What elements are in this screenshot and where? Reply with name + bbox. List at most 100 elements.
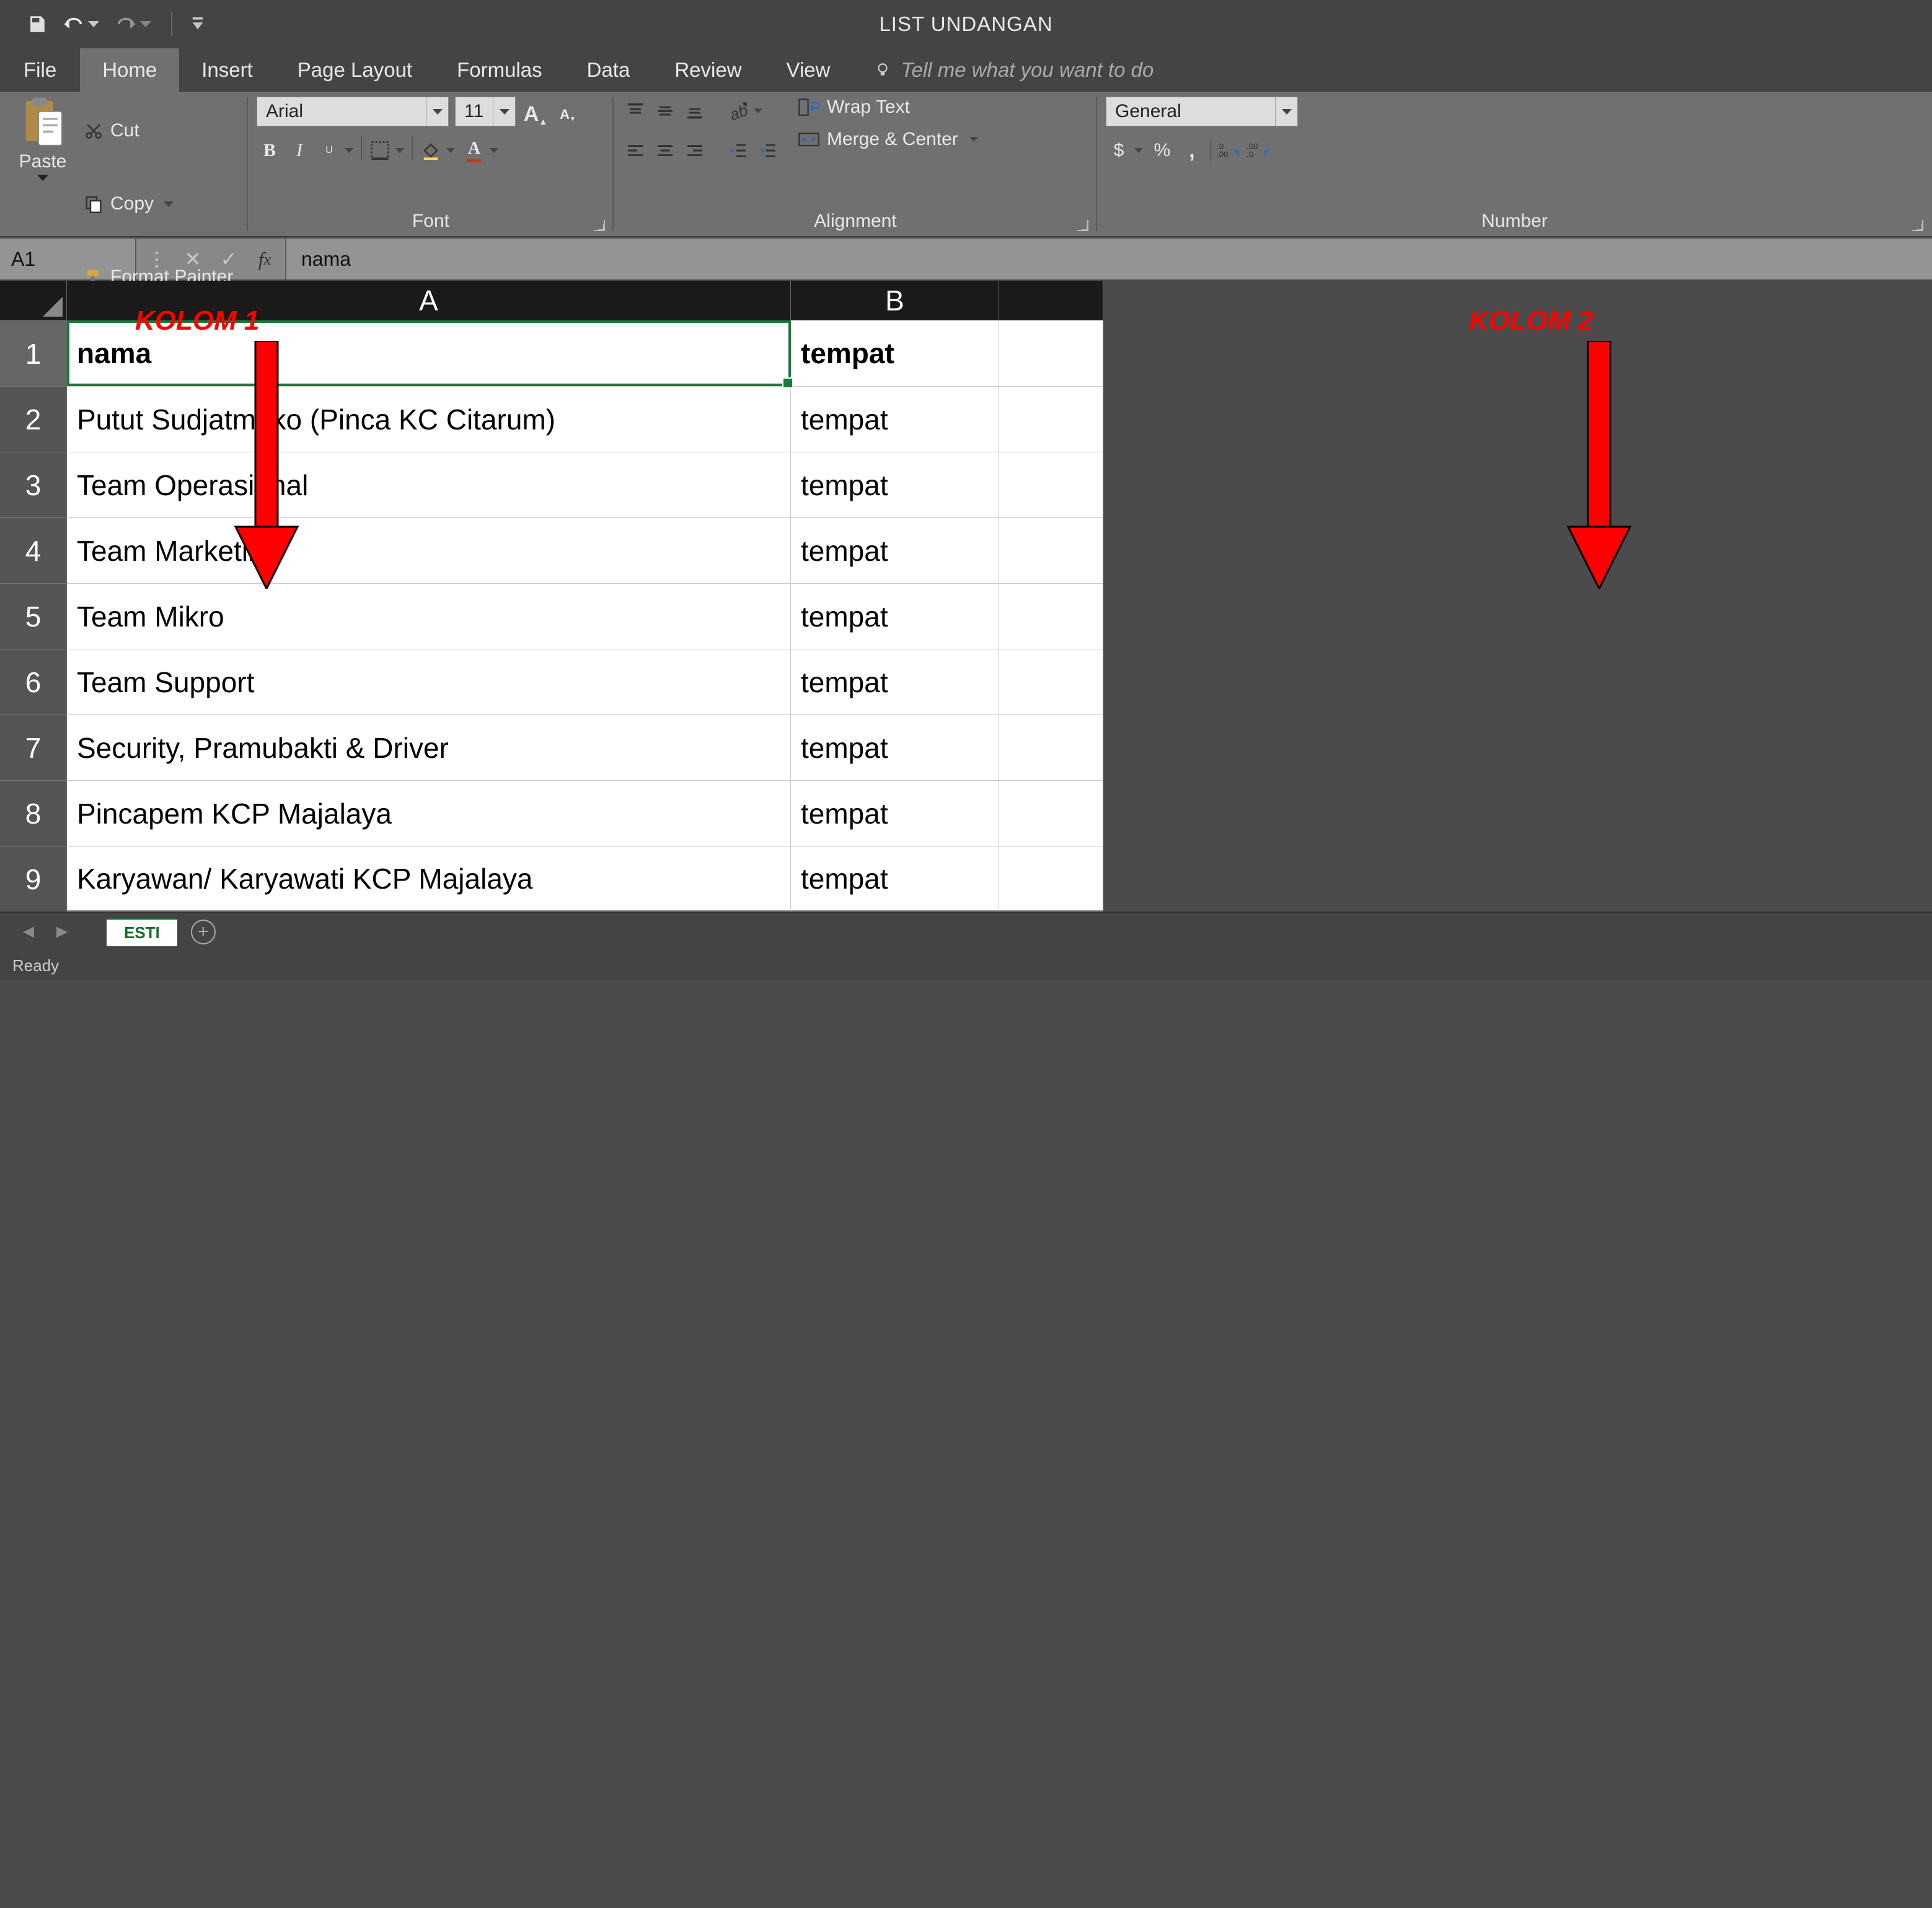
insert-function-button[interactable]: fx — [249, 244, 280, 275]
align-middle-button[interactable] — [652, 97, 678, 125]
cell[interactable]: Team Support — [67, 649, 791, 714]
font-color-button[interactable]: A — [461, 136, 501, 165]
tab-data[interactable]: Data — [565, 48, 653, 92]
sheet-tab-active[interactable]: ESTI — [107, 918, 177, 946]
cell[interactable]: tempat — [791, 846, 999, 912]
cell[interactable] — [999, 583, 1103, 649]
tab-page-layout[interactable]: Page Layout — [275, 48, 434, 92]
cell[interactable] — [999, 780, 1103, 846]
row-header[interactable]: 5 — [0, 583, 67, 649]
align-left-button[interactable] — [622, 136, 648, 165]
cell[interactable]: tempat — [791, 714, 999, 780]
cell[interactable]: Team Mikro — [67, 583, 791, 649]
tab-file[interactable]: File — [0, 48, 80, 92]
column-header-a[interactable]: A — [67, 281, 791, 320]
copy-dropdown-icon[interactable] — [164, 201, 174, 207]
cell[interactable] — [999, 386, 1103, 452]
cell[interactable] — [999, 649, 1103, 714]
font-dialog-launcher[interactable] — [594, 220, 605, 231]
increase-indent-button[interactable] — [755, 136, 781, 165]
chevron-down-icon[interactable] — [487, 136, 501, 165]
sheet-nav-prev[interactable]: ◄ — [15, 918, 42, 946]
customize-qat-button[interactable] — [192, 17, 203, 31]
underline-button[interactable]: U — [316, 136, 356, 165]
row-header[interactable]: 9 — [0, 846, 67, 912]
wrap-text-button[interactable]: Wrap Text — [798, 97, 978, 118]
undo-button[interactable] — [63, 15, 99, 33]
redo-dropdown-icon[interactable] — [140, 21, 151, 27]
cell[interactable]: tempat — [791, 452, 999, 517]
font-size-combo[interactable]: 11 — [455, 97, 516, 126]
fill-color-button[interactable] — [418, 136, 457, 165]
chevron-down-icon[interactable] — [493, 97, 515, 126]
chevron-down-icon[interactable] — [426, 97, 448, 126]
grow-font-button[interactable]: A▲ — [522, 97, 549, 126]
cut-button[interactable]: Cut — [84, 98, 233, 164]
row-header[interactable]: 7 — [0, 714, 67, 780]
align-right-button[interactable] — [682, 136, 708, 165]
chevron-down-icon[interactable] — [393, 136, 407, 165]
formula-input[interactable]: nama — [286, 239, 1932, 279]
cell[interactable] — [999, 714, 1103, 780]
orientation-button[interactable]: ab — [725, 97, 781, 125]
chevron-down-icon[interactable] — [1132, 136, 1145, 165]
accounting-format-button[interactable]: $ — [1106, 136, 1145, 165]
row-header[interactable]: 4 — [0, 517, 67, 583]
cell[interactable]: Putut Sudjatmoko (Pinca KC Citarum) — [67, 386, 791, 452]
cell[interactable] — [999, 452, 1103, 517]
italic-button[interactable]: I — [286, 136, 312, 165]
chevron-down-icon[interactable] — [444, 136, 457, 165]
save-button[interactable] — [26, 14, 47, 35]
paste-dropdown-icon[interactable] — [37, 175, 48, 181]
row-header[interactable]: 1 — [0, 320, 67, 386]
column-header-b[interactable]: B — [791, 281, 999, 320]
cell[interactable]: Karyawan/ Karyawati KCP Majalaya — [67, 846, 791, 912]
cell[interactable]: tempat — [791, 649, 999, 714]
number-format-combo[interactable]: General — [1106, 97, 1298, 126]
tab-view[interactable]: View — [764, 48, 853, 92]
tell-me[interactable]: Tell me what you want to do — [852, 48, 1176, 92]
row-header[interactable]: 8 — [0, 780, 67, 846]
cell[interactable]: tempat — [791, 386, 999, 452]
font-name-combo[interactable]: Arial — [257, 97, 449, 126]
bold-button[interactable]: B — [257, 136, 283, 165]
increase-decimal-button[interactable]: .0.00 — [1216, 136, 1242, 165]
cell[interactable]: Team Marketing — [67, 517, 791, 583]
chevron-down-icon[interactable] — [342, 136, 356, 165]
copy-button[interactable]: Copy — [84, 171, 233, 237]
number-dialog-launcher[interactable] — [1912, 220, 1923, 231]
cell[interactable]: nama — [67, 320, 791, 386]
cell[interactable] — [999, 517, 1103, 583]
chevron-down-icon[interactable] — [751, 97, 765, 125]
cell[interactable]: Pincapem KCP Majalaya — [67, 780, 791, 846]
cell[interactable]: tempat — [791, 517, 999, 583]
borders-button[interactable] — [367, 136, 407, 165]
cell[interactable] — [999, 846, 1103, 912]
column-header-c[interactable] — [999, 281, 1103, 320]
tab-review[interactable]: Review — [652, 48, 764, 92]
cell[interactable] — [999, 320, 1103, 386]
select-all-button[interactable] — [0, 281, 67, 320]
percent-button[interactable]: % — [1149, 136, 1175, 165]
row-header[interactable]: 3 — [0, 452, 67, 517]
comma-style-button[interactable]: , — [1179, 136, 1205, 165]
paste-button[interactable]: Paste — [9, 97, 77, 310]
chevron-down-icon[interactable] — [969, 137, 978, 142]
undo-dropdown-icon[interactable] — [88, 21, 99, 27]
cell[interactable]: tempat — [791, 320, 999, 386]
new-sheet-button[interactable]: + — [191, 920, 216, 944]
row-header[interactable]: 6 — [0, 649, 67, 714]
shrink-font-button[interactable]: A▼ — [554, 97, 581, 126]
align-center-button[interactable] — [652, 136, 678, 165]
merge-center-button[interactable]: Merge & Center — [798, 129, 978, 150]
chevron-down-icon[interactable] — [1275, 97, 1297, 126]
cell[interactable]: Security, Pramubakti & Driver — [67, 714, 791, 780]
redo-button[interactable] — [115, 15, 151, 33]
align-top-button[interactable] — [622, 97, 648, 125]
row-header[interactable]: 2 — [0, 386, 67, 452]
cell[interactable]: tempat — [791, 583, 999, 649]
tab-insert[interactable]: Insert — [179, 48, 275, 92]
decrease-decimal-button[interactable]: .00.0 — [1246, 136, 1272, 165]
tab-home[interactable]: Home — [80, 48, 179, 92]
tab-formulas[interactable]: Formulas — [434, 48, 565, 92]
